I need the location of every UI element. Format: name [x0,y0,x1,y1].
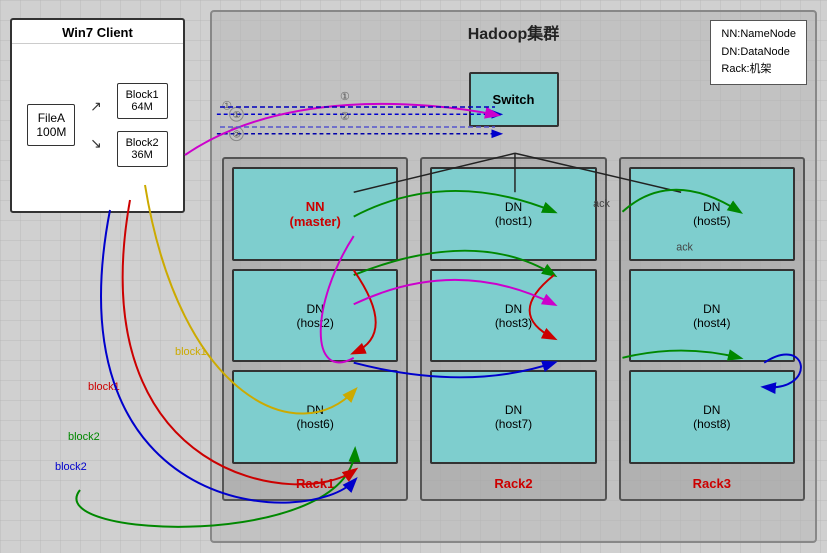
dn-host2-label: DN(host2) [296,302,333,330]
dn-host2-node: DN(host2) [232,269,398,363]
main-container: Win7 Client FileA 100M ↗ ↘ Block1 64M Bl… [0,0,827,553]
dn-host1-node: DN(host1) [430,167,596,261]
dn-host7-label: DN(host7) [495,403,532,431]
block2-label: Block2 [126,137,159,149]
nn-master-node: NN(master) [232,167,398,261]
rack3: DN(host5) DN(host4) DN(host8) Rack3 [619,157,805,501]
svg-text:②: ② [233,130,242,141]
filea-size: 100M [36,125,66,139]
rack3-label: Rack3 [629,476,795,491]
dn-host7-node: DN(host7) [430,370,596,464]
legend-box: NN:NameNode DN:DataNode Rack:机架 [710,20,807,85]
dn-host5-label: DN(host5) [693,200,730,228]
dn-host3-node: DN(host3) [430,269,596,363]
block1-box: Block1 64M [117,83,168,119]
dn-host8-label: DN(host8) [693,403,730,431]
win7-title: Win7 Client [12,20,183,44]
dn-host1-label: DN(host1) [495,200,532,228]
rack2-label: Rack2 [430,476,596,491]
arrow-down: ↘ [90,135,102,152]
dn-host6-label: DN(host6) [296,403,333,431]
hadoop-cluster-area: Hadoop集群 NN:NameNode DN:DataNode Rack:机架… [210,10,817,543]
rack2: DN(host1) DN(host3) DN(host7) Rack2 [420,157,606,501]
block2-box: Block2 36M [117,131,168,167]
svg-text:①: ① [233,110,242,121]
racks-row: NN(master) DN(host2) DN(host6) Rack1 DN(… [222,157,805,501]
legend-line1: NN:NameNode [721,26,796,44]
block1-label: Block1 [126,89,159,101]
dn-host4-node: DN(host4) [629,269,795,363]
dn-host6-node: DN(host6) [232,370,398,464]
nn-master-label: NN(master) [290,199,341,229]
dn-host4-label: DN(host4) [693,302,730,330]
rack1-label: Rack1 [232,476,398,491]
win7-client-box: Win7 Client FileA 100M ↗ ↘ Block1 64M Bl… [10,18,185,213]
rack1: NN(master) DN(host2) DN(host6) Rack1 [222,157,408,501]
filea-box: FileA 100M [27,104,75,146]
svg-text:①: ① [222,99,233,112]
switch-box: Switch [469,72,559,127]
block1-size: 64M [126,101,159,113]
dn-host5-node: DN(host5) [629,167,795,261]
legend-line2: DN:DataNode [721,44,796,62]
blocks-column: Block1 64M Block2 36M [117,83,168,167]
legend-line3: Rack:机架 [721,61,796,79]
split-arrows: ↗ ↘ [90,98,102,152]
win7-content: FileA 100M ↗ ↘ Block1 64M Block2 36M [12,44,183,205]
dn-host3-label: DN(host3) [495,302,532,330]
arrow-up: ↗ [90,98,102,115]
switch-label: Switch [493,92,535,107]
block2-size: 36M [126,149,159,161]
filea-label: FileA [36,111,66,125]
dn-host8-node: DN(host8) [629,370,795,464]
